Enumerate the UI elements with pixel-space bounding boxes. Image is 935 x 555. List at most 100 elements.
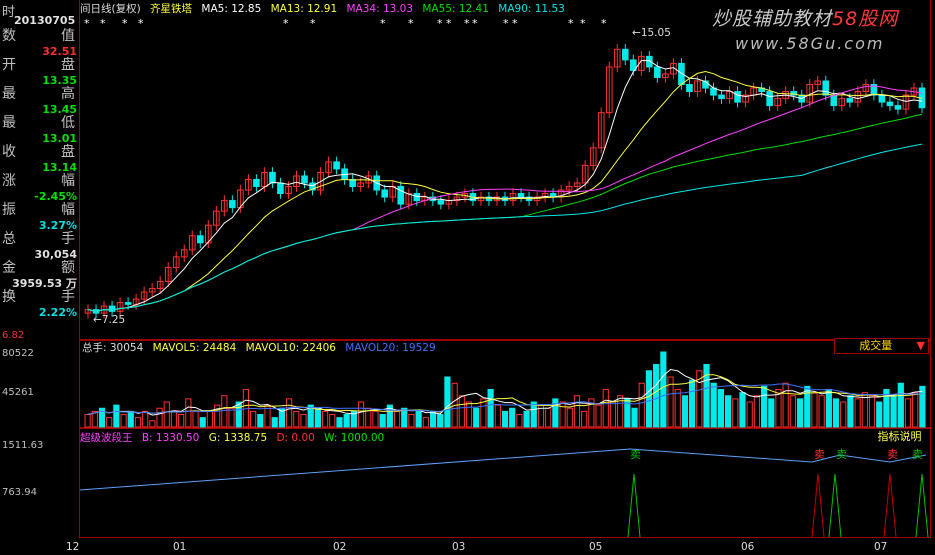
volume-bar (408, 414, 415, 428)
volume-bar (163, 401, 170, 428)
candle-body (253, 178, 260, 188)
volume-bar (753, 395, 760, 428)
volume-bar (379, 414, 386, 428)
signal-spike (627, 473, 641, 538)
volume-bar (811, 392, 818, 428)
candle-body (333, 161, 340, 170)
volume-bar (919, 385, 926, 428)
volume-bar (357, 401, 365, 428)
candle-body (437, 200, 445, 205)
volume-bar (825, 389, 832, 428)
signal-cross-label: 卖 (836, 448, 847, 461)
candle-body (766, 91, 773, 107)
volume-bar (768, 398, 775, 428)
volume-bar (343, 414, 350, 428)
volume-bar (566, 407, 573, 428)
candle-body (846, 98, 854, 103)
candle-body (517, 193, 525, 198)
volume-bar (149, 420, 156, 428)
signal-cross-label: 卖 (912, 448, 923, 461)
volume-bar (393, 410, 401, 428)
volume-bar (703, 364, 710, 428)
volume-bar (653, 364, 660, 428)
volume-bar (717, 389, 724, 428)
volume-bar (336, 417, 343, 428)
candle-body (229, 200, 236, 209)
volume-bar (314, 407, 321, 428)
volume-bar (271, 417, 278, 428)
volume-bar (818, 395, 825, 428)
volume-bar (257, 414, 264, 428)
volume-bar (552, 398, 559, 428)
volume-bar (458, 395, 465, 428)
low-price-mark: ←7.25 (93, 314, 126, 326)
volume-bar (329, 414, 336, 428)
signal-cross-label: 卖 (630, 448, 641, 461)
volume-bar (293, 410, 300, 428)
volume-bar (710, 382, 717, 428)
volume-bar (789, 395, 796, 428)
volume-bar (300, 414, 307, 428)
candle-body (124, 302, 132, 305)
candle-body (349, 178, 356, 188)
candle-body (830, 94, 838, 107)
volume-bar (509, 407, 516, 428)
volume-bar (660, 351, 667, 428)
volume-bar (206, 410, 214, 428)
volume-bar (573, 395, 581, 428)
volume-bar (847, 395, 854, 428)
volume-bar (545, 407, 552, 428)
signal-spike (883, 473, 897, 538)
volume-bar (170, 410, 178, 428)
volume-bar (732, 398, 739, 428)
candle-body (878, 94, 886, 103)
volume-bar (142, 410, 149, 428)
candle-body (301, 175, 308, 184)
volume-bar (429, 410, 437, 428)
volume-bar (904, 398, 912, 428)
volume-bar (473, 407, 480, 428)
volume-bar (501, 410, 509, 428)
volume-bar (106, 417, 113, 428)
volume-bar (796, 398, 804, 428)
volume-bar (832, 398, 840, 428)
volume-bar (746, 401, 753, 428)
volume-bar (480, 398, 487, 428)
volume-bar (897, 382, 904, 428)
volume-bar (120, 414, 127, 428)
volume-bar (250, 410, 257, 428)
volume-bar (228, 407, 235, 428)
signal-spike (915, 473, 929, 538)
candle-body (894, 105, 902, 110)
volume-bar (84, 414, 91, 428)
volume-bar (689, 379, 696, 428)
high-price-mark: ←15.05 (632, 27, 671, 39)
volume-bar (185, 398, 192, 428)
volume-bar (724, 395, 732, 428)
volume-bar (595, 404, 602, 428)
candle-body (734, 91, 741, 103)
candle-body (269, 171, 276, 184)
volume-bar (559, 401, 566, 428)
volume-bar (530, 401, 537, 428)
low-price-value: 7.25 (101, 314, 126, 326)
volume-bar (134, 417, 142, 428)
high-price-value: 15.05 (640, 27, 671, 39)
candle-body (654, 66, 661, 78)
volume-bar (192, 410, 199, 428)
candle-body (686, 84, 693, 93)
volume-bar (638, 382, 645, 428)
volume-bar (516, 414, 523, 428)
volume-bar (854, 398, 861, 428)
volume-bar (890, 395, 897, 428)
volume-bar (487, 389, 494, 428)
volume-bar (494, 404, 501, 428)
volume-bar (645, 370, 653, 428)
chart-surface: 卖卖卖卖卖 (79, 44, 929, 538)
volume-bar (221, 395, 228, 428)
volume-bar (674, 389, 681, 428)
volume-bar (609, 401, 617, 428)
candle-body (277, 182, 284, 195)
volume-bar (127, 410, 134, 428)
candle-body (196, 235, 204, 244)
